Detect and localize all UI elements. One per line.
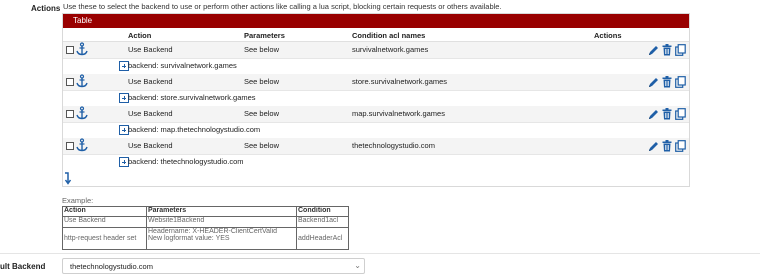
table-row-detail: backend: map.thetechnologystudio.com — [63, 123, 689, 138]
row-parameters: See below — [244, 141, 280, 150]
row-action-icons — [647, 108, 686, 120]
row-condition: survivalnetwork.games — [352, 45, 429, 54]
example-label: Example: — [62, 196, 94, 205]
row-select-checkbox[interactable] — [66, 142, 74, 150]
section-divider — [0, 253, 760, 254]
example-cell: Website1Backend — [146, 216, 297, 228]
table-rows: Use Backend See below survivalnetwork.ga… — [63, 42, 689, 170]
trash-icon[interactable] — [662, 76, 672, 88]
row-action-icons — [647, 140, 686, 152]
trash-icon[interactable] — [662, 108, 672, 120]
column-header-condition: Condition acl names — [352, 31, 426, 40]
row-action: Use Backend — [128, 77, 173, 86]
table-row-main: Use Backend See below thetechnologystudi… — [63, 138, 689, 155]
table-column-headers: Action Parameters Condition acl names Ac… — [63, 28, 689, 42]
actions-section-label: Actions — [31, 4, 61, 13]
pencil-icon[interactable] — [648, 76, 659, 88]
example-cell: http-request header set — [62, 227, 147, 250]
row-backend-detail: backend: map.thetechnologystudio.com — [128, 125, 261, 134]
default-backend-select[interactable]: thetechnologystudio.com ⌄ — [62, 258, 365, 274]
table-row-main: Use Backend See below survivalnetwork.ga… — [63, 42, 689, 59]
anchor-icon[interactable] — [76, 106, 88, 120]
pencil-icon[interactable] — [648, 108, 659, 120]
example-cell: Backend1acl — [296, 216, 349, 228]
table-row-detail: backend: thetechnologystudio.com — [63, 155, 689, 170]
table-row-detail: backend: store.survivalnetwork.games — [63, 91, 689, 106]
row-select-checkbox[interactable] — [66, 110, 74, 118]
row-condition: thetechnologystudio.com — [352, 141, 435, 150]
row-parameters: See below — [244, 109, 280, 118]
row-action-icons — [647, 44, 686, 56]
row-parameters: See below — [244, 45, 280, 54]
trash-icon[interactable] — [662, 140, 672, 152]
row-backend-detail: backend: thetechnologystudio.com — [128, 157, 244, 166]
table-row: Use Backend See below thetechnologystudi… — [63, 138, 689, 170]
default-backend-label: ult Backend — [0, 262, 46, 271]
table-row: Use Backend See below store.survivalnetw… — [63, 74, 689, 106]
copy-icon[interactable] — [675, 44, 686, 56]
table-row: Use Backend See below survivalnetwork.ga… — [63, 42, 689, 74]
row-select-checkbox[interactable] — [66, 46, 74, 54]
example-cell: addHeaderAcl — [296, 227, 349, 250]
row-condition: store.survivalnetwork.games — [352, 77, 448, 86]
row-action: Use Backend — [128, 109, 173, 118]
example-cell-line: Headername: X-HEADER-ClientCertValid — [148, 228, 278, 236]
copy-icon[interactable] — [675, 140, 686, 152]
example-cell-line: New logformat value: YES — [148, 235, 230, 242]
actions-table-panel: Table Action Parameters Condition acl na… — [62, 13, 690, 187]
table-row: Use Backend See below map.survivalnetwor… — [63, 106, 689, 138]
table-row-main: Use Backend See below map.survivalnetwor… — [63, 106, 689, 123]
table-title-bar: Table — [63, 14, 689, 28]
pencil-icon[interactable] — [648, 140, 659, 152]
row-condition: map.survivalnetwork.games — [352, 109, 445, 118]
trash-icon[interactable] — [662, 44, 672, 56]
copy-icon[interactable] — [675, 76, 686, 88]
row-backend-detail: backend: store.survivalnetwork.games — [128, 93, 256, 102]
table-row-main: Use Backend See below store.survivalnetw… — [63, 74, 689, 91]
anchor-icon[interactable] — [76, 42, 88, 56]
default-backend-value: thetechnologystudio.com — [70, 262, 153, 271]
row-parameters: See below — [244, 77, 280, 86]
row-action-icons — [647, 76, 686, 88]
example-table: Action Parameters Condition Use Backend … — [62, 206, 349, 250]
copy-icon[interactable] — [675, 108, 686, 120]
example-header-action: Action — [62, 206, 147, 217]
example-header-parameters: Parameters — [146, 206, 297, 217]
row-action: Use Backend — [128, 45, 173, 54]
table-row-detail: backend: survivalnetwork.games — [63, 59, 689, 74]
example-header-condition: Condition — [296, 206, 349, 217]
actions-help-text: Use these to select the backend to use o… — [63, 2, 502, 11]
column-header-actions: Actions — [594, 31, 622, 40]
pencil-icon[interactable] — [648, 44, 659, 56]
row-action: Use Backend — [128, 141, 173, 150]
anchor-icon[interactable] — [76, 74, 88, 88]
chevron-down-icon: ⌄ — [354, 261, 361, 270]
row-select-checkbox[interactable] — [66, 78, 74, 86]
column-header-parameters: Parameters — [244, 31, 285, 40]
example-cell: Use Backend — [62, 216, 147, 228]
anchor-icon[interactable] — [76, 138, 88, 152]
column-header-action: Action — [128, 31, 152, 40]
arrow-down-icon[interactable] — [64, 172, 72, 185]
example-cell-multiline: Headername: X-HEADER-ClientCertValid New… — [146, 227, 297, 250]
row-backend-detail: backend: survivalnetwork.games — [128, 61, 237, 70]
